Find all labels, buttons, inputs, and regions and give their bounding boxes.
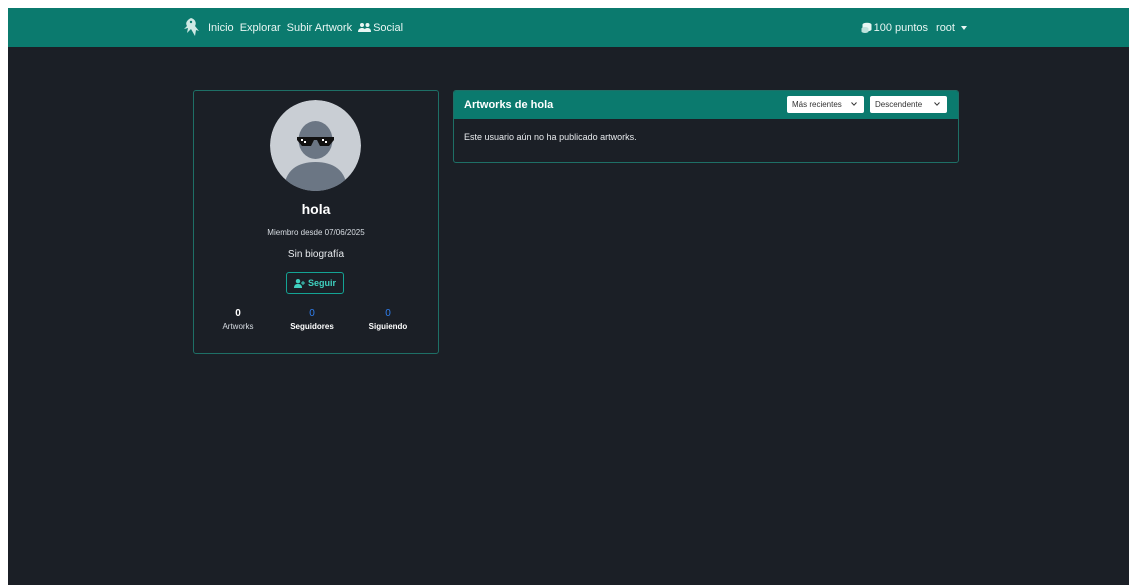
username-label: root [936,21,955,34]
nav-link-social-label: Social [373,21,404,34]
stat-artworks-value: 0 [235,308,241,319]
artworks-panel-header: Artworks de hola Más recientes Descenden… [454,91,958,119]
profile-card: hola Miembro desde 07/06/2025 Sin biogra… [193,90,439,354]
app-window: Inicio Explorar Subir Artwork Social 100… [8,8,1129,585]
caret-down-icon [961,25,967,30]
chevron-down-icon [934,102,940,106]
stat-artworks: 0 Artworks [208,308,268,331]
follow-button-label: Seguir [307,278,336,288]
nav-link-inicio[interactable]: Inicio [208,22,234,34]
nav-link-social[interactable]: Social [358,22,403,34]
profile-username: hola [301,201,331,217]
stat-followers-label: Seguidores [290,322,334,331]
navbar: Inicio Explorar Subir Artwork Social 100… [8,8,1129,47]
stat-following-label: Siguiendo [368,322,408,331]
empty-artworks-message: Este usuario aún no ha publicado artwork… [464,132,637,142]
nav-right: 100 puntos root [861,8,967,47]
follow-button[interactable]: Seguir [286,272,344,294]
order-select-value: Descendente [875,100,923,109]
stat-followers-value: 0 [309,308,315,319]
user-plus-icon [293,278,305,288]
nav-link-explorar[interactable]: Explorar [240,22,281,34]
order-select[interactable]: Descendente [870,96,947,113]
nav-links: Inicio Explorar Subir Artwork Social [208,8,409,47]
profile-bio: Sin biografía [287,249,345,260]
user-menu-toggle[interactable]: root [936,22,967,34]
users-icon [358,23,372,32]
artworks-panel: Artworks de hola Más recientes Descenden… [453,90,959,163]
brand-logo-icon[interactable] [182,17,200,37]
points-label: 100 puntos [873,21,929,34]
points-display: 100 puntos [861,22,928,34]
artworks-panel-title: Artworks de hola [464,99,554,111]
sort-select-value: Más recientes [792,100,842,109]
chevron-down-icon [851,102,857,106]
avatar [270,100,361,191]
stat-following[interactable]: 0 Siguiendo [358,308,418,331]
stat-following-value: 0 [385,308,391,319]
stat-followers[interactable]: 0 Seguidores [282,308,342,331]
nav-link-subir-artwork[interactable]: Subir Artwork [287,22,352,34]
coins-icon [861,22,872,33]
member-since: Miembro desde 07/06/2025 [267,228,365,237]
avatar-sunglasses-icon [270,100,361,191]
sort-select[interactable]: Más recientes [787,96,864,113]
stat-artworks-label: Artworks [222,322,254,331]
